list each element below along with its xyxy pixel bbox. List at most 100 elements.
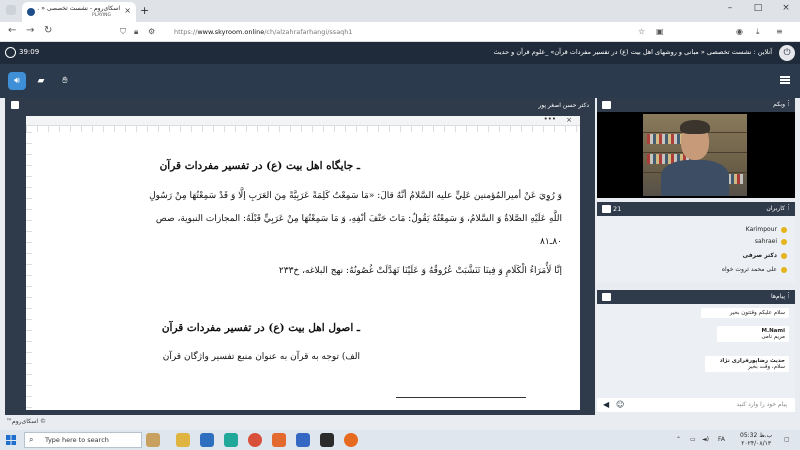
chat-input[interactable]: پیام خود را وارد کنید ◀ ☺: [597, 398, 795, 412]
users-list: Karimpour sahraei دکتر صرفی علی محمد ثرو…: [597, 216, 795, 282]
user-icon: [781, 252, 787, 259]
skyroom-favicon-icon: [27, 8, 35, 16]
photos-icon[interactable]: [320, 433, 334, 447]
vertical-ruler: [26, 132, 32, 410]
network-icon[interactable]: ▭: [690, 436, 696, 443]
account-icon[interactable]: ◉: [736, 27, 743, 36]
url-field[interactable]: ⛉ 🔒︎ ⚙ https://www.skyroom.online/ch/alz…: [118, 24, 648, 40]
os-taskbar: ⌕ Type here to search ⌃ ▭ ◄) FA 05:32 ب.…: [0, 430, 800, 450]
tab-title: اسکای‌روم - نشست تخصصی « ...: [38, 5, 120, 12]
chat-message: سلام علیکم وقتتون بخیر: [701, 308, 789, 318]
room-toolbar: 🔊︎ ▰ ✋︎: [0, 64, 800, 98]
app-icon[interactable]: [272, 433, 286, 447]
webcam-menu-icon[interactable]: ⋮: [785, 99, 792, 107]
edge-icon[interactable]: [200, 433, 214, 447]
user-icon: [781, 238, 787, 245]
back-arrow-icon[interactable]: ←: [8, 25, 16, 36]
chat-title: پیام‌ها: [770, 293, 785, 300]
main-menu-icon[interactable]: [780, 76, 790, 84]
reload-icon[interactable]: ↻: [44, 25, 52, 36]
emoji-icon[interactable]: ☺: [616, 400, 624, 409]
chat-panel: پیام‌ها ⋮ سلام علیکم وقتتون بخیر M.Nami م…: [597, 290, 795, 412]
chat-menu-icon[interactable]: ⋮: [785, 291, 792, 299]
tray-chevron-icon[interactable]: ⌃: [676, 436, 681, 443]
user-icon: [781, 266, 787, 273]
browser-tab-skyroom[interactable]: اسکای‌روم - نشست تخصصی « ... PLAYING ×: [22, 2, 136, 22]
taskbar-search[interactable]: ⌕ Type here to search: [24, 432, 142, 448]
store-icon[interactable]: [224, 433, 238, 447]
extensions-icon[interactable]: ▣: [656, 27, 664, 36]
firefox-icon[interactable]: [344, 433, 358, 447]
tab-search-button[interactable]: [6, 5, 16, 15]
user-icon: [781, 226, 787, 233]
maximize-button[interactable]: □: [746, 3, 770, 13]
user-item[interactable]: دکتر صرفی: [743, 252, 787, 259]
tab-close-icon[interactable]: ×: [124, 6, 131, 15]
session-timer: 39:09: [19, 48, 40, 56]
slide-line: إنَّا لَأُمَرَاءُ الْكَلَامِ وَ فِينَا ت…: [278, 266, 562, 276]
lock-icon: 🔒︎: [134, 27, 139, 36]
windows-start-icon[interactable]: [6, 435, 16, 445]
slide-line: اللَّهِ عَلَيْهِ الصَّلاةُ وَ السَّلامُ،…: [155, 214, 562, 224]
close-document-icon[interactable]: ×: [566, 116, 572, 124]
more-options-icon[interactable]: •••: [544, 115, 556, 123]
chat-messages: سلام علیکم وقتتون بخیر M.Nami مریم نامی ح…: [597, 304, 795, 398]
user-item[interactable]: Karimpour: [746, 226, 787, 233]
clock-icon: [5, 47, 16, 58]
document-toolbar: ••• ×: [26, 115, 580, 126]
taskbar-search-placeholder: Type here to search: [45, 436, 109, 444]
speaker-icon[interactable]: 🔊︎: [8, 72, 26, 90]
presenter-name: دکتر حسن اصغر پور: [538, 102, 589, 109]
room-title: آنلاین : نشست تخصصی « مبانی و روشهای اهل…: [493, 48, 772, 56]
forward-arrow-icon[interactable]: →: [26, 25, 34, 36]
file-explorer-icon[interactable]: [176, 433, 190, 447]
notifications-icon[interactable]: ▢: [784, 436, 790, 443]
presentation-panel-header: دکتر حسن اصغر پور: [5, 98, 595, 114]
browser-tabstrip: اسکای‌روم - نشست تخصصی « ... PLAYING × +…: [0, 0, 800, 22]
presentation-icon: [11, 101, 19, 109]
new-tab-button[interactable]: +: [140, 4, 149, 17]
document-viewer[interactable]: ••• × ـ جایگاه اهل بیت (ع) در تفسیر مفرد…: [26, 115, 580, 410]
volume-icon[interactable]: ◄): [702, 436, 709, 443]
users-icon: [602, 205, 611, 213]
downloads-icon[interactable]: ⤓: [756, 27, 760, 37]
webcam-panel-header: وبکم ⋮: [597, 98, 795, 112]
chat-message: حدیث رضاپورفراری نژاد سلام، وقت بخیر: [705, 356, 789, 372]
chat-icon: [602, 293, 611, 301]
word-icon[interactable]: [296, 433, 310, 447]
browser-menu-icon[interactable]: ≡: [776, 27, 783, 36]
room-header: 39:09 آنلاین : نشست تخصصی « مبانی و روشه…: [0, 42, 800, 64]
taskbar-clock[interactable]: 05:32 ب.ظ ۲۰۲۴/۰۸/۱۳: [740, 432, 772, 448]
minimize-button[interactable]: –: [718, 3, 742, 13]
slide-line: وَ رُوِيَ عَنْ أميرالمُؤمنين عَلِيٍّ علي…: [149, 191, 562, 201]
bookmark-star-icon[interactable]: ☆: [638, 27, 645, 36]
send-icon[interactable]: ◀: [603, 400, 609, 409]
chat-input-placeholder: پیام خود را وارد کنید: [736, 401, 787, 408]
shield-icon: ⛉: [120, 27, 126, 36]
slide-heading-1: ـ جایگاه اهل بیت (ع) در تفسیر مفردات قرآ…: [159, 160, 360, 172]
webcam-title: وبکم: [773, 101, 785, 108]
cat-app-icon[interactable]: [146, 433, 160, 447]
user-item[interactable]: علی محمد ثروت خواه: [722, 266, 787, 273]
search-icon: ⌕: [29, 435, 34, 444]
chrome-icon[interactable]: [248, 433, 262, 447]
exit-power-button[interactable]: ⏻: [779, 45, 795, 61]
users-panel: 21 کاربران ⋮ Karimpour sahraei دکتر صرفی…: [597, 202, 795, 282]
webcam-panel: وبکم ⋮: [597, 98, 795, 198]
users-title: کاربران: [766, 205, 785, 212]
briefcase-icon[interactable]: ▰: [32, 72, 50, 90]
user-item[interactable]: sahraei: [755, 238, 787, 245]
presentation-panel: دکتر حسن اصغر پور ••• × ـ جایگاه اهل بیت…: [5, 98, 595, 415]
url-text: https://www.skyroom.online/ch/alzahrafar…: [174, 28, 353, 36]
users-menu-icon[interactable]: ⋮: [785, 203, 792, 211]
users-panel-header: 21 کاربران ⋮: [597, 202, 795, 216]
webcam-video: [597, 112, 795, 198]
copyright-text: © اسکای‌روم™: [6, 418, 46, 425]
chat-panel-header: پیام‌ها ⋮: [597, 290, 795, 304]
language-indicator[interactable]: FA: [718, 436, 725, 443]
users-count: 21: [613, 205, 622, 213]
slide-line: الف) توجه به قرآن به عنوان منبع تفسیر وا…: [162, 352, 360, 362]
divider: [396, 397, 526, 398]
close-window-button[interactable]: ×: [774, 3, 798, 13]
raise-hand-icon[interactable]: ✋︎: [56, 72, 74, 90]
